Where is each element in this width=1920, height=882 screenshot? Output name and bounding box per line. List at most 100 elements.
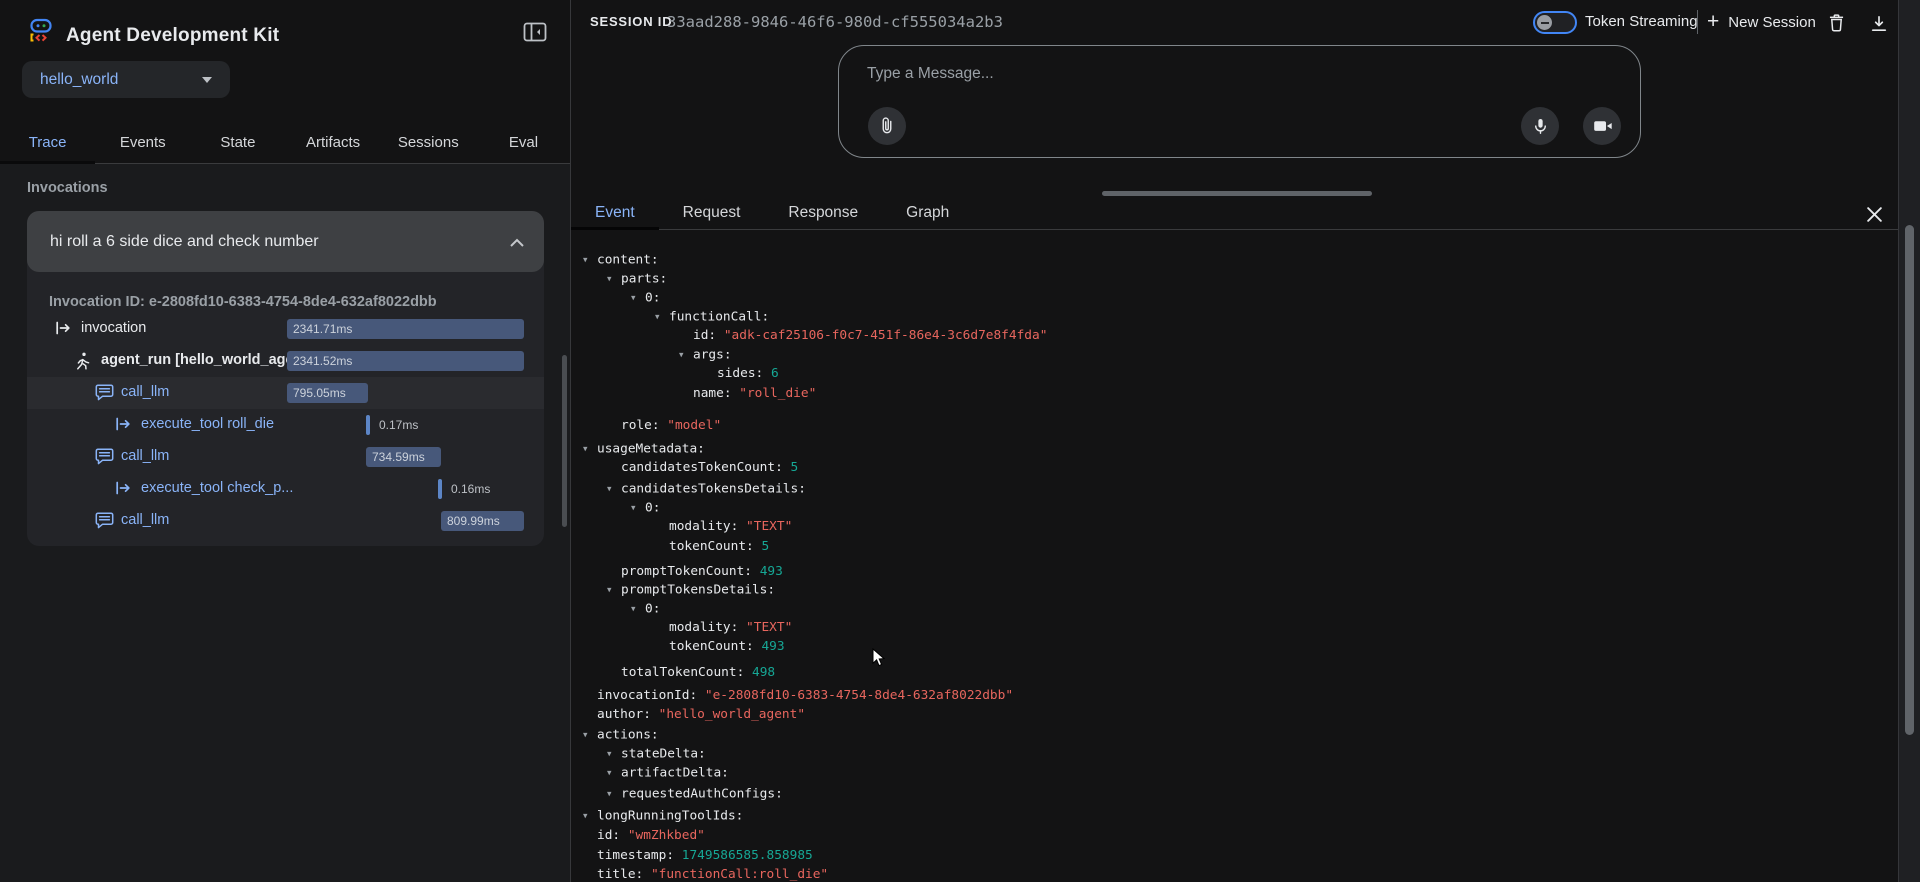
json-value: "roll_die": [739, 386, 816, 401]
json-row-0: ▼0:: [583, 600, 1898, 619]
json-toggle-arrow[interactable]: ▼: [607, 745, 621, 764]
session-id-label: SESSION ID: [590, 14, 672, 29]
json-value: 6: [771, 366, 779, 381]
json-toggle-arrow[interactable]: ▼: [583, 807, 597, 826]
json-toggle-arrow[interactable]: ▼: [607, 270, 621, 289]
json-toggle-arrow[interactable]: ▼: [679, 346, 693, 365]
new-session-button[interactable]: + New Session: [1707, 10, 1816, 34]
trace-duration-bar: 809.99ms: [441, 511, 524, 531]
json-value: "e-2808fd10-6383-4754-8de4-632af8022dbb": [705, 688, 1013, 703]
message-composer[interactable]: Type a Message...: [838, 45, 1641, 158]
json-value: "TEXT": [746, 620, 792, 635]
json-key: promptTokensDetails:: [621, 583, 775, 598]
json-toggle-arrow[interactable]: ▼: [607, 764, 621, 783]
json-row-promptTokensDetails: ▼promptTokensDetails:: [583, 581, 1898, 600]
agent-select-value: hello_world: [40, 71, 118, 89]
json-row-invocationId: invocationId: "e-2808fd10-6383-4754-8de4…: [583, 687, 1898, 706]
json-key: stateDelta:: [621, 746, 706, 761]
json-value: "model": [667, 418, 721, 433]
json-row-id: id: "adk-caf25106-f0c7-451f-86e4-3c6d7e8…: [583, 327, 1898, 346]
agent-select-dropdown[interactable]: hello_world: [22, 61, 230, 98]
adk-app: Agent Development Kit hello_world TraceE…: [0, 0, 1920, 882]
invocation-header[interactable]: hi roll a 6 side dice and check number: [27, 211, 544, 272]
json-key: 0:: [645, 500, 660, 515]
microphone-button[interactable]: [1521, 107, 1559, 145]
json-row-totalTokenCount: totalTokenCount: 498: [583, 664, 1898, 683]
json-key: longRunningToolIds:: [597, 808, 743, 823]
json-toggle-arrow[interactable]: ▼: [655, 308, 669, 327]
sidebar-tab-artifacts[interactable]: Artifacts: [286, 125, 381, 163]
json-row-parts: ▼parts:: [583, 270, 1898, 289]
json-toggle-arrow[interactable]: ▼: [607, 581, 621, 600]
video-button[interactable]: [1583, 107, 1621, 145]
json-toggle-arrow[interactable]: ▼: [583, 726, 597, 745]
json-row-tokenCount: tokenCount: 5: [583, 538, 1898, 557]
json-row-author: author: "hello_world_agent": [583, 706, 1898, 725]
detail-tab-event[interactable]: Event: [571, 198, 659, 229]
token-streaming-toggle[interactable]: [1533, 11, 1577, 34]
json-key: tokenCount:: [669, 539, 761, 554]
json-row-artifactDelta: ▼artifactDelta:: [583, 764, 1898, 783]
trace-row-call_llm[interactable]: call_llm795.05ms: [27, 377, 544, 409]
chat-bubble-icon: [95, 448, 114, 465]
json-toggle-arrow[interactable]: ▼: [631, 600, 645, 619]
json-key: actions:: [597, 727, 659, 742]
sidebar-tab-sessions[interactable]: Sessions: [381, 125, 476, 163]
json-value: 5: [791, 460, 799, 475]
invocations-heading: Invocations: [27, 180, 108, 196]
download-session-button[interactable]: [1866, 10, 1892, 36]
trace-row-call_llm[interactable]: call_llm734.59ms: [27, 441, 544, 473]
sidebar-collapse-icon[interactable]: [520, 18, 550, 46]
start-arrow-icon: [115, 416, 133, 432]
sidebar-tab-state[interactable]: State: [190, 125, 285, 163]
sidebar-tab-events[interactable]: Events: [95, 125, 190, 163]
trace-row-execute_tool[interactable]: execute_tool check_p... 0.16ms: [27, 473, 544, 505]
trace-row-agent_run[interactable]: agent_run [hello_world_agent]2341.52ms: [27, 345, 544, 377]
json-row-content: ▼content:: [583, 251, 1898, 270]
trace-row-call_llm[interactable]: call_llm 809.99ms: [27, 505, 544, 537]
trace-row-label: execute_tool roll_die: [141, 416, 274, 432]
trace-duration-text: 0.16ms: [451, 482, 490, 496]
json-key: 0:: [645, 602, 660, 617]
json-toggle-arrow[interactable]: ▼: [583, 440, 597, 459]
detail-tab-request[interactable]: Request: [659, 198, 765, 229]
toggle-knob: [1537, 15, 1552, 30]
trace-row-label: execute_tool check_p...: [141, 480, 293, 496]
panel-resize-handle[interactable]: [1102, 191, 1372, 196]
agent-run-icon: [75, 352, 90, 370]
plus-icon: +: [1707, 10, 1719, 34]
trace-row-label: agent_run [hello_world_agent]: [101, 352, 312, 368]
json-row-sides: sides: 6: [583, 365, 1898, 384]
sidebar-scrollbar[interactable]: [562, 355, 567, 527]
scrollbar-thumb[interactable]: [1905, 225, 1914, 735]
delete-session-button[interactable]: [1823, 10, 1849, 36]
sidebar-tab-trace[interactable]: Trace: [0, 125, 95, 163]
sidebar: Agent Development Kit hello_world TraceE…: [0, 0, 571, 882]
attach-file-button[interactable]: [868, 107, 906, 145]
json-toggle-arrow[interactable]: ▼: [607, 480, 621, 499]
json-toggle-arrow[interactable]: ▼: [631, 499, 645, 518]
json-toggle-arrow[interactable]: ▼: [631, 289, 645, 308]
json-key: author:: [597, 707, 659, 722]
json-key: invocationId:: [597, 688, 705, 703]
trace-row-label: call_llm: [121, 512, 169, 528]
json-toggle-arrow[interactable]: ▼: [607, 785, 621, 804]
message-input-placeholder[interactable]: Type a Message...: [867, 65, 994, 83]
trace-row-invocation[interactable]: invocation2341.71ms: [27, 313, 544, 345]
detail-tab-response[interactable]: Response: [764, 198, 882, 229]
chevron-up-icon[interactable]: [509, 235, 525, 253]
detail-tab-graph[interactable]: Graph: [882, 198, 973, 229]
trace-row-execute_tool[interactable]: execute_tool roll_die0.17ms: [27, 409, 544, 441]
app-title: Agent Development Kit: [66, 25, 279, 47]
json-value: 493: [760, 564, 783, 579]
new-session-label: New Session: [1728, 14, 1816, 31]
close-detail-icon[interactable]: [1859, 200, 1889, 228]
header-divider: [1697, 10, 1698, 34]
chat-bubble-icon: [95, 384, 114, 401]
session-id-value: 33aad288-9846-46f6-980d-cf555034a2b3: [667, 13, 1003, 31]
sidebar-tab-eval[interactable]: Eval: [476, 125, 571, 163]
chevron-down-icon: [202, 77, 212, 83]
vertical-scrollbar[interactable]: [1898, 0, 1920, 882]
json-toggle-arrow[interactable]: ▼: [583, 251, 597, 270]
main-panel: SESSION ID 33aad288-9846-46f6-980d-cf555…: [571, 0, 1920, 882]
